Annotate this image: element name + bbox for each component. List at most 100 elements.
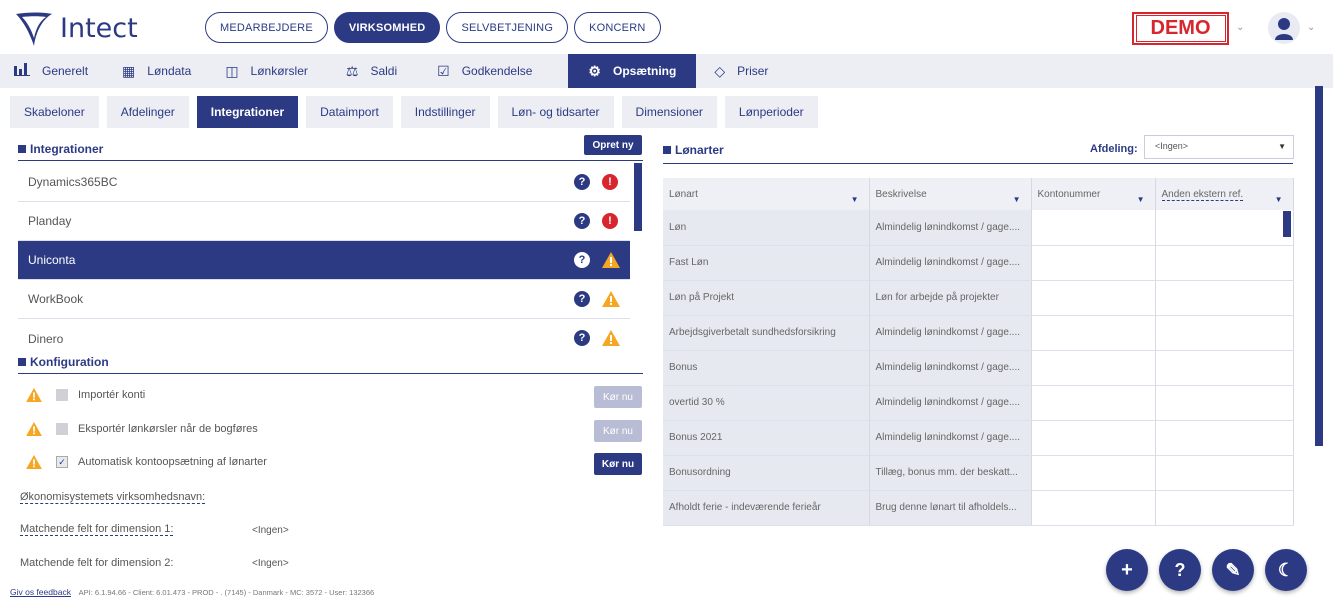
scale-icon: ⚖ <box>345 62 359 79</box>
table-row[interactable]: Bonus Almindelig lønindkomst / gage.... <box>663 350 1294 386</box>
warning-icon[interactable] <box>602 330 620 346</box>
filter-icon[interactable]: ▼ <box>1137 195 1145 204</box>
cell-ekstern-ref[interactable] <box>1155 455 1294 491</box>
dimension-1-link[interactable]: Matchende felt for dimension 1: <box>20 523 174 536</box>
cell-kontonummer[interactable] <box>1031 455 1156 491</box>
mainnav-opsaetning[interactable]: ⚙ Opsætning <box>568 54 697 88</box>
table-row[interactable]: Arbejdsgiverbetalt sundhedsforsikring Alm… <box>663 315 1294 351</box>
nav-virksomhed[interactable]: VIRKSOMHED <box>333 12 441 43</box>
cell-ekstern-ref[interactable] <box>1155 350 1294 386</box>
cell-kontonummer[interactable] <box>1031 420 1156 456</box>
cell-ekstern-ref[interactable] <box>1155 315 1294 351</box>
brand-logo[interactable]: Intect <box>14 8 138 48</box>
warning-icon[interactable] <box>602 291 620 307</box>
avatar[interactable] <box>1268 12 1300 44</box>
cell-kontonummer[interactable] <box>1031 245 1156 281</box>
tab-lon-og-tidsarter[interactable]: Løn- og tidsarter <box>497 96 614 128</box>
moon-icon: ☾ <box>1277 559 1295 580</box>
run-export-button[interactable]: Kør nu <box>594 420 642 442</box>
add-button[interactable]: + <box>1106 549 1148 591</box>
tab-dataimport[interactable]: Dataimport <box>306 96 393 128</box>
help-icon[interactable]: ? <box>574 174 590 190</box>
list-item[interactable]: Dynamics365BC ? ! <box>18 163 630 202</box>
table-row[interactable]: Løn på Projekt Løn for arbejde på projekt… <box>663 280 1294 316</box>
cell-kontonummer[interactable] <box>1031 385 1156 421</box>
column-header-lonart[interactable]: Lønart ▼ <box>663 178 870 210</box>
tab-afdelinger[interactable]: Afdelinger <box>106 96 189 128</box>
mainnav-londata[interactable]: ▦ Løndata <box>102 54 205 88</box>
table-row[interactable]: Bonusordning Tillæg, bonus mm. der beskat… <box>663 455 1294 491</box>
auto-setup-checkbox[interactable]: ✓ <box>56 456 68 468</box>
error-icon[interactable]: ! <box>602 213 618 229</box>
cell-kontonummer[interactable] <box>1031 350 1156 386</box>
list-item[interactable]: WorkBook ? <box>18 280 630 319</box>
filter-icon[interactable]: ▼ <box>1275 195 1283 204</box>
column-header-beskrivelse[interactable]: Beskrivelse ▼ <box>869 178 1032 210</box>
cell-kontonummer[interactable] <box>1031 210 1156 246</box>
table-row[interactable]: Fast Løn Almindelig lønindkomst / gage...… <box>663 245 1294 281</box>
integrations-scrollbar[interactable] <box>634 163 642 231</box>
cell-ekstern-ref[interactable] <box>1155 280 1294 316</box>
tab-dimensioner[interactable]: Dimensioner <box>621 96 717 128</box>
company-name-link[interactable]: Økonomisystemets virksomhedsnavn: <box>20 491 206 504</box>
table-row[interactable]: Løn Almindelig lønindkomst / gage.... <box>663 210 1294 246</box>
list-item[interactable]: Dinero ? <box>18 319 630 358</box>
dark-mode-button[interactable]: ☾ <box>1265 549 1307 591</box>
mainnav-godkendelse[interactable]: ☑ Godkendelse <box>411 54 546 88</box>
error-icon[interactable]: ! <box>602 174 618 190</box>
dimension-1-value[interactable]: <Ingen> <box>252 525 289 536</box>
tab-integrationer[interactable]: Integrationer <box>196 96 299 128</box>
import-accounts-checkbox[interactable] <box>56 389 68 401</box>
cell-ekstern-ref[interactable] <box>1155 245 1294 281</box>
cell-beskrivelse: Almindelig lønindkomst / gage.... <box>869 350 1032 386</box>
run-import-button[interactable]: Kør nu <box>594 386 642 408</box>
column-header-kontonummer[interactable]: Kontonummer ▼ <box>1031 178 1156 210</box>
demo-badge[interactable]: DEMO <box>1132 12 1229 45</box>
tab-lonperioder[interactable]: Lønperioder <box>724 96 818 128</box>
help-icon[interactable]: ? <box>574 252 590 268</box>
list-item[interactable]: Planday ? ! <box>18 202 630 241</box>
edit-button[interactable]: ✎ <box>1212 549 1254 591</box>
run-auto-button[interactable]: Kør nu <box>594 453 642 475</box>
help-icon[interactable]: ? <box>574 213 590 229</box>
cell-ekstern-ref[interactable] <box>1155 420 1294 456</box>
mainnav-lonkorsler[interactable]: ◫ Lønkørsler <box>205 54 322 88</box>
cell-kontonummer[interactable] <box>1031 280 1156 316</box>
integration-name: Uniconta <box>28 253 76 267</box>
nav-medarbejdere[interactable]: MEDARBEJDERE <box>205 12 328 43</box>
cell-ekstern-ref[interactable] <box>1155 490 1294 526</box>
list-item-selected[interactable]: Uniconta ? <box>18 241 630 280</box>
tab-indstillinger[interactable]: Indstillinger <box>400 96 490 128</box>
mainnav-saldi[interactable]: ⚖ Saldi <box>322 54 411 88</box>
column-header-ekstern-ref[interactable]: Anden ekstern ref. ▼ <box>1155 178 1294 210</box>
table-row[interactable]: overtid 30 % Almindelig lønindkomst / gag… <box>663 385 1294 421</box>
dimension-2-value[interactable]: <Ingen> <box>252 558 289 569</box>
config-row-import: Importér konti <box>26 388 145 402</box>
warning-icon <box>26 388 42 402</box>
table-row[interactable]: Afholdt ferie - indeværende ferieår Brug … <box>663 490 1294 526</box>
filter-icon[interactable]: ▼ <box>851 195 859 204</box>
help-icon[interactable]: ? <box>574 330 590 346</box>
table-scrollbar[interactable] <box>1283 211 1291 237</box>
mainnav-priser[interactable]: ◇ Priser <box>696 54 782 88</box>
chevron-down-icon[interactable]: ⌄ <box>1236 22 1244 33</box>
cell-kontonummer[interactable] <box>1031 490 1156 526</box>
nav-koncern[interactable]: KONCERN <box>574 12 661 43</box>
table-row[interactable]: Bonus 2021 Almindelig lønindkomst / gage.… <box>663 420 1294 456</box>
cell-ekstern-ref[interactable] <box>1155 210 1294 246</box>
cell-kontonummer[interactable] <box>1031 315 1156 351</box>
feedback-link[interactable]: Giv os feedback <box>10 587 71 597</box>
page-scrollbar[interactable] <box>1315 86 1323 446</box>
help-icon[interactable]: ? <box>574 291 590 307</box>
export-runs-checkbox[interactable] <box>56 423 68 435</box>
mainnav-generelt[interactable]: Generelt <box>0 54 102 88</box>
filter-icon[interactable]: ▼ <box>1013 195 1021 204</box>
tab-skabeloner[interactable]: Skabeloner <box>10 96 99 128</box>
cell-ekstern-ref[interactable] <box>1155 385 1294 421</box>
warning-icon[interactable] <box>602 252 620 268</box>
nav-selvbetjening[interactable]: SELVBETJENING <box>446 12 569 43</box>
create-integration-button[interactable]: Opret ny <box>584 135 642 155</box>
afdeling-select[interactable]: <Ingen> ▼ <box>1144 135 1294 159</box>
help-button[interactable]: ? <box>1159 549 1201 591</box>
user-menu-chevron-icon[interactable]: ⌄ <box>1307 22 1315 33</box>
